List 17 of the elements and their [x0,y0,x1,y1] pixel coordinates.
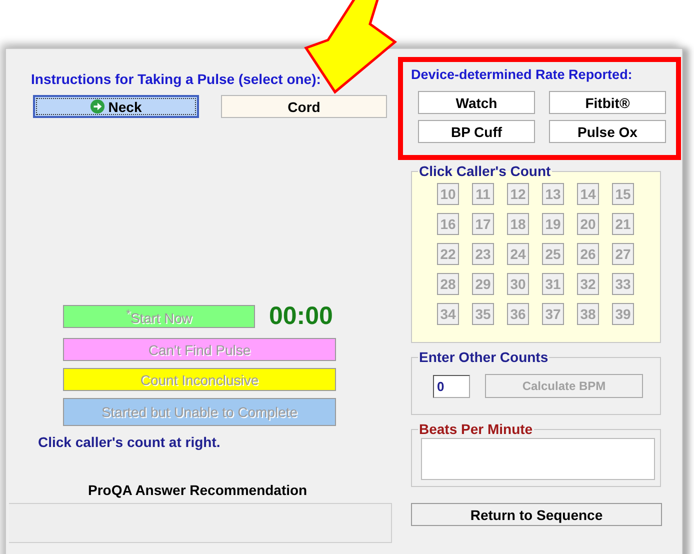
pulse-option-button[interactable]: Neck [33,95,199,118]
hint-text: Click caller's count at right. [38,434,220,450]
return-button[interactable]: Return to Sequence [411,503,662,526]
count-input[interactable]: 0 [433,374,470,398]
timer: 00:00 [269,302,333,331]
device-button[interactable]: Fitbit® [549,91,666,114]
arrow-right-icon [90,99,106,114]
recommendation-title: ProQA Answer Recommendation [88,482,308,498]
other-counts-title: Enter Other Counts [418,349,550,365]
pulse-option-button[interactable]: Cord [221,95,387,118]
device-button[interactable]: Watch [418,91,535,114]
device-button[interactable]: BP Cuff [418,120,535,143]
count-title: Click Caller's Count [418,163,552,179]
bpm-title: Beats Per Minute [418,421,534,437]
device-heading: Device-determined Rate Reported: [411,67,634,82]
device-button[interactable]: Pulse Ox [549,120,666,143]
instructions-heading: Instructions for Taking a Pulse (select one): [31,71,321,87]
